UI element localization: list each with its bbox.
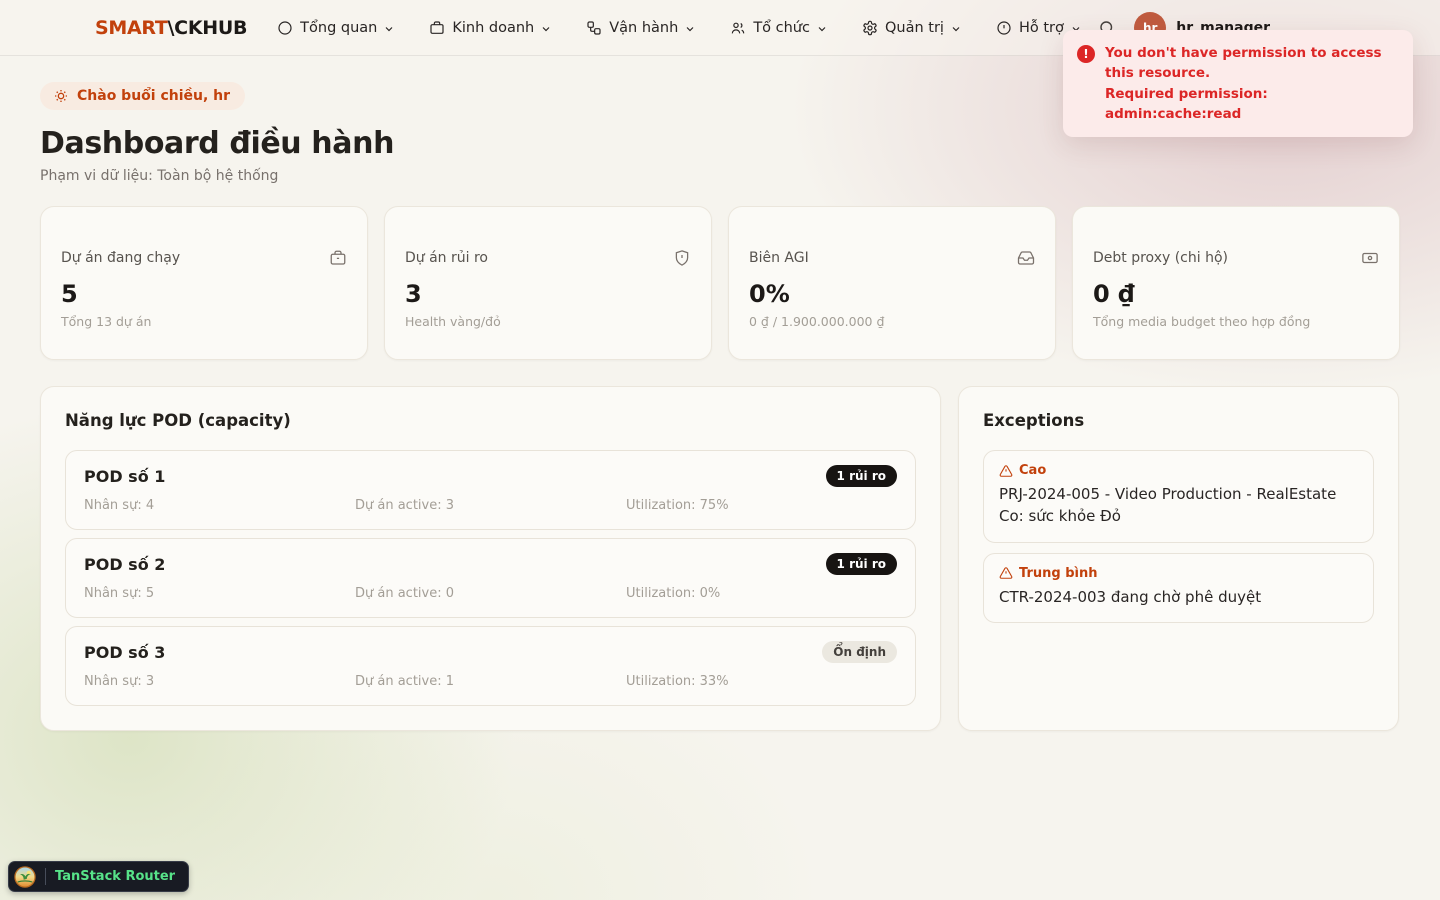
chevron-down-icon [816,23,828,35]
exceptions-panel: Exceptions Cao PRJ-2024-005 - Video Prod… [958,386,1399,731]
stat-sub: Tổng media budget theo hợp đồng [1093,314,1311,329]
nav-item-to-chuc[interactable]: Tổ chức [730,20,828,36]
help-circle-icon [996,20,1012,36]
nav-item-label: Tổng quan [300,19,378,36]
stat-card-debt-proxy: Debt proxy (chi hộ) 0 ₫ Tổng media budge… [1072,206,1400,360]
exceptions-title: Exceptions [983,411,1085,430]
pod-name: POD số 1 [84,466,166,486]
greeting-label: Chào buổi chiều, hr [77,88,231,104]
stat-value: 0 ₫ [1093,280,1135,308]
page-subtitle: Phạm vi dữ liệu: Toàn bộ hệ thống [40,168,279,184]
pod-row-2: POD số 2 1 rủi ro Nhân sự: 5 Dự án activ… [65,538,916,618]
nav-item-tong-quan[interactable]: Tổng quan [277,20,395,36]
warning-triangle-icon [999,464,1013,478]
devtools-divider [45,868,46,885]
chevron-down-icon [950,23,962,35]
toast-line-1: You don't have permission to access this… [1105,45,1382,82]
stats-grid: Dự án đang chạy 5 Tổng 13 dự án Dự án rủ… [40,206,1400,360]
nav-item-label: Kinh doanh [452,19,535,36]
pod-row-3: POD số 3 Ổn định Nhân sự: 3 Dự án active… [65,626,916,706]
stat-value: 5 [61,280,78,308]
dashboard-main: Chào buổi chiều, hr Dashboard điều hành … [0,56,1440,731]
stat-label: Biên AGI [749,250,809,266]
main-nav: Tổng quan Kinh doanh Vận hành Tổ chức Qu… [277,20,1082,36]
exceptions-list: Cao PRJ-2024-005 - Video Production - Re… [983,450,1374,624]
exception-severity: Trung bình [1019,565,1098,581]
pod-utilization: Utilization: 0% [626,586,721,601]
stat-card-du-an-rui-ro: Dự án rủi ro 3 Health vàng/đỏ [384,206,712,360]
tanstack-router-devtools-toggle[interactable]: TanStack Router [8,861,190,892]
chevron-down-icon [684,23,696,35]
pod-risk-badge: 1 rủi ro [825,553,897,575]
circle-icon [277,20,293,36]
nav-item-label: Vận hành [609,19,679,36]
users-icon [730,20,746,36]
pod-capacity-title: Năng lực POD (capacity) [65,411,291,430]
pod-active-projects: Dự án active: 3 [355,498,455,513]
exception-severity: Cao [1019,463,1047,478]
stat-label: Dự án đang chạy [61,250,181,266]
pod-staff: Nhân sự: 5 [84,586,155,601]
pod-active-projects: Dự án active: 1 [355,674,455,689]
gear-icon [862,20,878,36]
nav-item-label: Tổ chức [753,19,810,36]
pod-capacity-panel: Năng lực POD (capacity) POD số 1 1 rủi r… [40,386,941,731]
stat-label: Debt proxy (chi hộ) [1093,250,1228,266]
pod-name: POD số 2 [84,554,166,574]
nav-item-quan-tri[interactable]: Quản trị [862,20,962,36]
tanstack-logo-icon [14,865,36,888]
briefcase-icon [329,249,347,267]
pod-active-projects: Dự án active: 0 [355,586,455,601]
briefcase-icon [429,20,445,36]
exception-text: CTR-2024-003 đang chờ phê duyệt [999,587,1262,606]
workflow-icon [586,20,602,36]
nav-item-label: Hỗ trợ [1018,19,1064,36]
stat-sub: Tổng 13 dự án [61,314,152,329]
exception-item-2: Trung bình CTR-2024-003 đang chờ phê duy… [983,552,1374,624]
inbox-icon [1017,249,1035,267]
pod-staff: Nhân sự: 4 [84,498,155,513]
app-logo-primary: SMART [95,16,168,39]
chevron-down-icon [383,23,395,35]
nav-item-kinh-doanh[interactable]: Kinh doanh [429,20,552,36]
nav-item-van-hanh[interactable]: Vận hành [586,20,696,36]
pod-utilization: Utilization: 33% [626,674,729,689]
stat-sub: 0 ₫ / 1.900.000.000 ₫ [749,314,885,329]
chevron-down-icon [540,23,552,35]
panels-row: Năng lực POD (capacity) POD số 1 1 rủi r… [40,386,1400,731]
pod-risk-badge: 1 rủi ro [825,465,897,487]
pod-utilization: Utilization: 75% [626,498,729,513]
pod-row-1: POD số 1 1 rủi ro Nhân sự: 4 Dự án activ… [65,450,916,530]
toast-message: You don't have permission to access this… [1105,43,1397,124]
pod-staff: Nhân sự: 3 [84,674,155,689]
banknote-icon [1361,249,1379,267]
pod-list: POD số 1 1 rủi ro Nhân sự: 4 Dự án activ… [65,450,916,706]
pod-stable-badge: Ổn định [822,641,897,663]
stat-value: 0% [749,280,790,308]
stat-card-du-an-dang-chay: Dự án đang chạy 5 Tổng 13 dự án [40,206,368,360]
shield-alert-icon [673,249,691,267]
warning-triangle-icon [999,566,1013,580]
pod-name: POD số 3 [84,642,166,662]
devtools-label: TanStack Router [55,869,176,884]
app-logo[interactable]: SMART\CKHUB [95,17,247,39]
exception-item-1: Cao PRJ-2024-005 - Video Production - Re… [983,450,1374,543]
nav-item-label: Quản trị [884,19,944,36]
toast-line-2: Required permission: admin:cache:read [1105,85,1268,122]
alert-circle-icon: ! [1077,45,1095,63]
stat-value: 3 [405,280,422,308]
exception-text: PRJ-2024-005 - Video Production - RealEs… [999,485,1337,525]
stat-label: Dự án rủi ro [405,250,488,266]
greeting-badge: Chào buổi chiều, hr [40,82,246,110]
stat-card-bien-agi: Biên AGI 0% 0 ₫ / 1.900.000.000 ₫ [728,206,1056,360]
permission-error-toast[interactable]: ! You don't have permission to access th… [1063,30,1413,137]
sun-icon [53,88,69,104]
stat-sub: Health vàng/đỏ [405,314,501,329]
app-logo-secondary: \CKHUB [167,16,248,39]
